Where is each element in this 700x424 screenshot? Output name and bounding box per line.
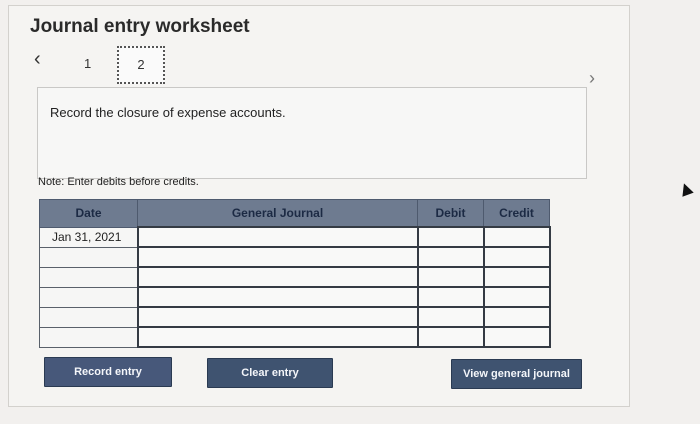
step-tab-2[interactable]: 2 xyxy=(117,46,165,84)
account-input[interactable] xyxy=(136,326,419,348)
debit-input[interactable] xyxy=(416,246,485,268)
table-header-row: Date General Journal Debit Credit xyxy=(39,199,550,228)
debit-input[interactable] xyxy=(416,226,485,248)
credit-input[interactable] xyxy=(482,266,551,288)
credit-input[interactable] xyxy=(482,246,551,268)
table-row xyxy=(39,246,551,268)
mouse-cursor-icon xyxy=(678,181,694,197)
debit-column-header: Debit xyxy=(417,199,484,228)
debit-input[interactable] xyxy=(416,306,485,328)
table-row xyxy=(39,266,551,288)
account-input[interactable] xyxy=(136,286,419,308)
credit-input[interactable] xyxy=(482,226,551,248)
record-entry-button[interactable]: Record entry xyxy=(44,357,172,387)
page-title: Journal entry worksheet xyxy=(30,16,250,37)
account-input[interactable] xyxy=(136,246,419,268)
credit-input[interactable] xyxy=(482,306,551,328)
date-cell xyxy=(39,246,138,268)
credit-input[interactable] xyxy=(482,286,551,308)
account-input[interactable] xyxy=(136,266,419,288)
debit-input[interactable] xyxy=(416,326,485,348)
chevron-left-icon[interactable]: ‹ xyxy=(34,48,41,71)
instruction-box: Record the closure of expense accounts. xyxy=(37,87,587,179)
table-row xyxy=(39,326,551,348)
date-column-header: Date xyxy=(39,199,138,228)
account-input[interactable] xyxy=(136,226,419,248)
date-cell: Jan 31, 2021 xyxy=(39,226,138,248)
debit-input[interactable] xyxy=(416,266,485,288)
date-cell xyxy=(39,266,138,288)
date-cell xyxy=(39,326,138,348)
table-row: Jan 31, 2021 xyxy=(39,226,551,248)
table-row xyxy=(39,286,551,308)
clear-entry-button[interactable]: Clear entry xyxy=(207,358,333,388)
general-journal-column-header: General Journal xyxy=(137,199,418,228)
debit-input[interactable] xyxy=(416,286,485,308)
instruction-text: Record the closure of expense accounts. xyxy=(50,105,286,120)
view-general-journal-button[interactable]: View general journal xyxy=(451,359,582,389)
table-row xyxy=(39,306,551,328)
chevron-right-icon[interactable]: › xyxy=(589,68,595,89)
account-input[interactable] xyxy=(136,306,419,328)
journal-table: Date General Journal Debit Credit Jan 31… xyxy=(39,199,551,348)
step-tab-1[interactable]: 1 xyxy=(84,56,91,71)
credit-input[interactable] xyxy=(482,326,551,348)
date-cell xyxy=(39,306,138,328)
note-text: Note: Enter debits before credits. xyxy=(38,176,199,188)
date-cell xyxy=(39,286,138,308)
credit-column-header: Credit xyxy=(483,199,550,228)
